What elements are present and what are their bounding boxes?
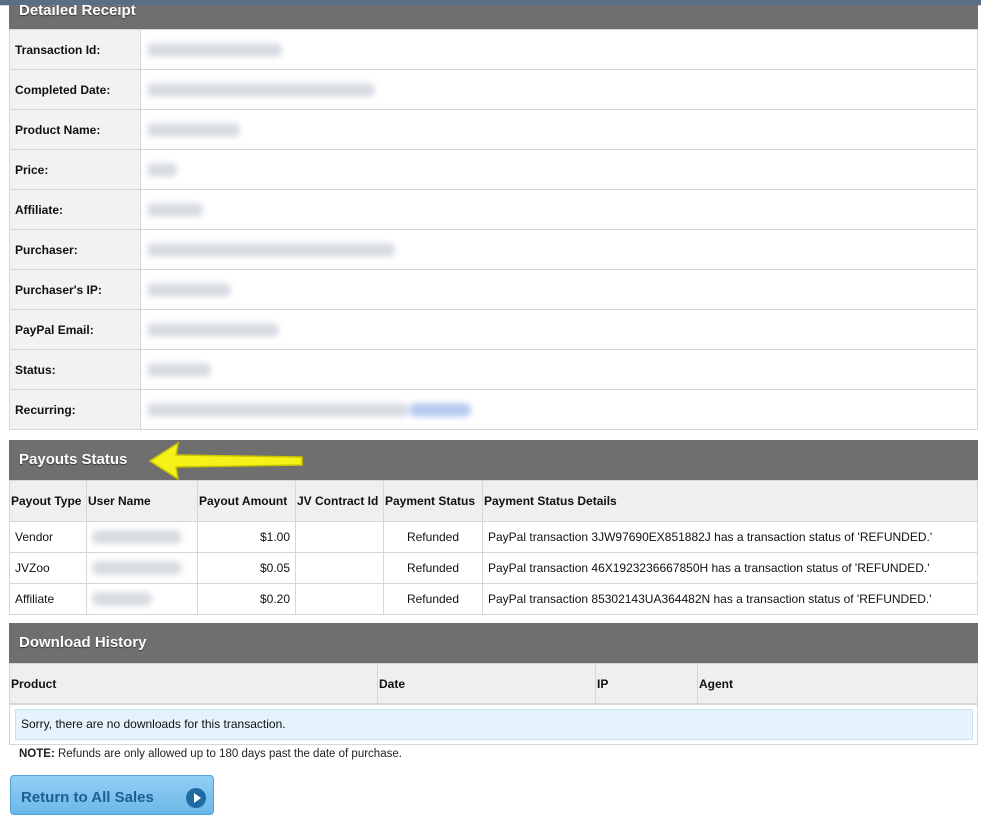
redacted-value — [147, 202, 203, 217]
return-button-label: Return to All Sales — [21, 789, 154, 806]
circle-arrow-right-icon — [186, 788, 206, 808]
redacted-value — [147, 122, 240, 137]
receipt-table: Transaction Id: Completed Date: Product … — [9, 29, 978, 430]
annotation-arrow-icon — [148, 441, 303, 481]
empty-downloads-message: Sorry, there are no downloads for this t… — [15, 709, 973, 740]
receipt-label: PayPal Email: — [9, 309, 141, 350]
downloads-section-header: Download History — [9, 623, 978, 663]
column-header: IP — [595, 663, 698, 705]
receipt-title: Detailed Receipt — [19, 5, 136, 19]
jv-contract-id — [295, 552, 384, 584]
payment-status-details: PayPal transaction 46X1923236667850H has… — [482, 552, 978, 584]
receipt-label: Product Name: — [9, 109, 141, 150]
redacted-value — [147, 402, 409, 417]
column-header: Payout Type — [9, 480, 87, 522]
column-header: JV Contract Id — [295, 480, 384, 522]
receipt-row-price: Price: — [9, 149, 978, 190]
payouts-title: Payouts Status — [19, 451, 128, 468]
receipt-label: Transaction Id: — [9, 29, 141, 70]
redacted-value — [147, 282, 231, 297]
payment-status-details: PayPal transaction 85302143UA364482N has… — [482, 583, 978, 615]
receipt-row-product-name: Product Name: — [9, 109, 978, 150]
refund-note: NOTE: Refunds are only allowed up to 180… — [19, 748, 402, 760]
table-row: JVZoo $0.05 Refunded PayPal transaction … — [9, 552, 978, 584]
redacted-value — [147, 242, 395, 257]
payment-status: Refunded — [383, 521, 483, 553]
table-row: Affiliate $0.20 Refunded PayPal transact… — [9, 583, 978, 615]
redacted-value — [147, 82, 375, 97]
return-to-all-sales-button[interactable]: Return to All Sales — [10, 775, 214, 815]
receipt-label: Status: — [9, 349, 141, 390]
payouts-table: Payout Type User Name Payout Amount JV C… — [9, 480, 978, 615]
payout-amount: $1.00 — [197, 521, 296, 553]
column-header: User Name — [86, 480, 198, 522]
receipt-label: Price: — [9, 149, 141, 190]
jv-contract-id — [295, 521, 384, 553]
receipt-section-header: Detailed Receipt — [9, 5, 978, 29]
payout-amount: $0.20 — [197, 583, 296, 615]
payout-amount: $0.05 — [197, 552, 296, 584]
redacted-user-name — [92, 561, 182, 576]
payout-type: Affiliate — [9, 583, 87, 615]
column-header: Date — [377, 663, 596, 705]
receipt-row-affiliate: Affiliate: — [9, 189, 978, 230]
redacted-user-name — [92, 592, 152, 607]
payout-type: Vendor — [9, 521, 87, 553]
receipt-row-completed-date: Completed Date: — [9, 69, 978, 110]
redacted-value — [147, 322, 279, 337]
downloads-title: Download History — [19, 634, 147, 651]
column-header: Payout Amount — [197, 480, 296, 522]
receipt-label: Completed Date: — [9, 69, 141, 110]
downloads-body: Sorry, there are no downloads for this t… — [9, 703, 978, 745]
receipt-row-status: Status: — [9, 349, 978, 390]
receipt-row-purchaser-ip: Purchaser's IP: — [9, 269, 978, 310]
payout-type: JVZoo — [9, 552, 87, 584]
receipt-label: Recurring: — [9, 389, 141, 430]
column-header: Agent — [697, 663, 978, 705]
receipt-label: Purchaser: — [9, 229, 141, 270]
payment-status: Refunded — [383, 583, 483, 615]
redacted-link[interactable] — [409, 402, 471, 417]
payouts-header-row: Payout Type User Name Payout Amount JV C… — [9, 480, 978, 522]
redacted-value — [147, 42, 282, 57]
downloads-header-row: Product Date IP Agent — [9, 663, 978, 705]
column-header: Product — [9, 663, 378, 705]
receipt-row-purchaser: Purchaser: — [9, 229, 978, 270]
redacted-user-name — [92, 530, 182, 545]
receipt-label: Affiliate: — [9, 189, 141, 230]
column-header: Payment Status — [383, 480, 483, 522]
payment-status: Refunded — [383, 552, 483, 584]
column-header: Payment Status Details — [482, 480, 978, 522]
note-text: Refunds are only allowed up to 180 days … — [54, 748, 402, 760]
receipt-row-recurring: Recurring: — [9, 389, 978, 430]
payment-status-details: PayPal transaction 3JW97690EX851882J has… — [482, 521, 978, 553]
downloads-table: Product Date IP Agent — [9, 663, 978, 705]
receipt-row-paypal-email: PayPal Email: — [9, 309, 978, 350]
jv-contract-id — [295, 583, 384, 615]
receipt-row-transaction-id: Transaction Id: — [9, 29, 978, 70]
note-label: NOTE: — [19, 748, 55, 760]
redacted-value — [147, 362, 211, 377]
receipt-label: Purchaser's IP: — [9, 269, 141, 310]
redacted-value — [147, 162, 177, 177]
table-row: Vendor $1.00 Refunded PayPal transaction… — [9, 521, 978, 553]
